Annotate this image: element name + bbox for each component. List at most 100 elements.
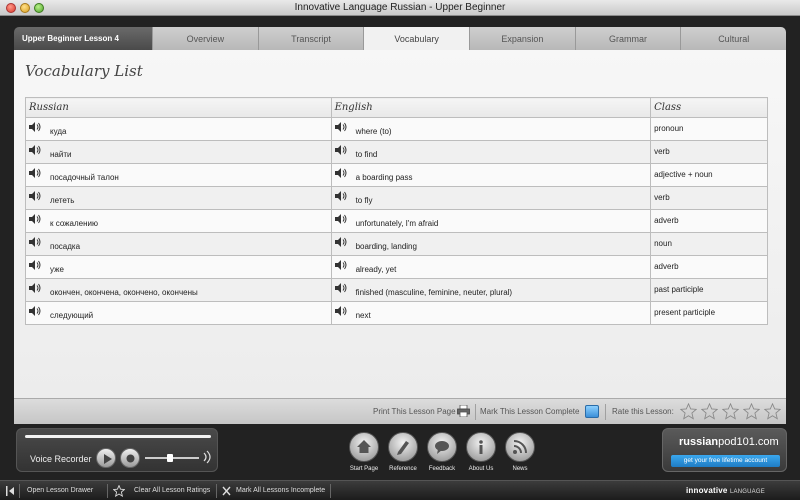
english-cell: boarding, landing [330,232,652,256]
status-divider [19,484,20,498]
english-cell: to find [330,140,652,164]
zoom-window-button[interactable] [34,3,44,13]
tab-overview[interactable]: Overview [152,27,258,50]
class-cell: verb [650,186,768,210]
rating-star-icon[interactable] [764,403,781,420]
tab-cultural[interactable]: Cultural [680,27,787,50]
speaker-icon[interactable] [29,122,41,132]
english-word: already, yet [355,265,397,274]
status-divider [216,484,217,498]
speaker-icon[interactable] [29,260,41,270]
lesson-tab-bar: Upper Beginner Lesson 4 Overview Transcr… [14,27,787,50]
about-us-label: About Us [468,466,494,472]
speech-bubble-icon [435,441,449,454]
column-header-class: Class [650,97,768,118]
column-header-english: English [330,97,652,118]
speaker-icon[interactable] [29,145,41,155]
recorder-play-button[interactable] [96,448,116,468]
speaker-icon[interactable] [29,283,41,293]
speaker-icon[interactable] [334,214,347,224]
mark-incomplete-link[interactable]: Mark All Lessons Incomplete [236,481,325,500]
tab-transcript[interactable]: Transcript [257,27,364,50]
speaker-icon[interactable] [334,191,347,201]
class-cell: present participle [650,301,768,325]
english-word: to fly [355,196,373,205]
tab-expansion[interactable]: Expansion [469,27,575,50]
word-class: verb [654,193,670,202]
rating-star-icon[interactable] [743,403,760,420]
voice-recorder-label: Voice Recorder [30,454,92,464]
feedback-button[interactable]: Feedback [422,432,462,472]
record-icon [126,454,135,463]
speaker-icon[interactable] [334,260,347,270]
speaker-icon[interactable] [334,306,347,316]
about-us-button[interactable]: About Us [461,432,501,472]
speaker-icon[interactable] [334,122,347,132]
russian-cell: посадочный талон [25,163,332,187]
promo-box: russianpod101.com get your free lifetime… [662,428,787,472]
table-row: окончен, окончена, окончено, окончены fin… [25,278,768,302]
table-row: посадочный талон a boarding pass adjective… [25,163,768,187]
table-row: следующий next present participle [25,301,768,325]
clear-ratings-link[interactable]: Clear All Lesson Ratings [134,481,210,500]
russian-cell: следующий [25,301,332,325]
close-window-button[interactable] [6,3,16,13]
speaker-icon[interactable] [29,168,41,178]
status-bar: Open Lesson Drawer Clear All Lesson Rati… [0,480,800,500]
speaker-icon[interactable] [29,191,41,201]
free-account-button[interactable]: get your free lifetime account [671,455,780,467]
speaker-icon[interactable] [334,168,347,178]
rating-star-icon[interactable] [722,403,739,420]
vocabulary-table: Russian English Class куда where (to) pron… [25,97,768,325]
status-divider [107,484,108,498]
start-page-button[interactable]: Start Page [344,432,384,472]
word-class: pronoun [654,124,684,133]
russian-cell: посадка [25,232,332,256]
speaker-icon[interactable] [334,145,347,155]
speaker-icon[interactable] [29,306,41,316]
table-row: найти to find verb [25,140,768,164]
recorder-record-button[interactable] [120,448,140,468]
reference-button[interactable]: Reference [383,432,423,472]
russian-cell: куда [25,117,332,141]
column-header-russian: Russian [25,97,332,118]
printer-icon[interactable] [457,405,470,417]
drawer-icon[interactable] [6,486,15,496]
english-cell: already, yet [330,255,652,279]
minimize-window-button[interactable] [20,3,30,13]
news-button[interactable]: News [500,432,540,472]
table-row: куда where (to) pronoun [25,117,768,141]
lesson-complete-checkbox[interactable] [585,405,599,418]
page-title: Vocabulary List [25,62,143,80]
home-icon [357,440,371,453]
mark-complete-link[interactable]: Mark This Lesson Complete [480,399,579,425]
english-cell: a boarding pass [330,163,652,187]
class-cell: adverb [650,209,768,233]
tab-grammar[interactable]: Grammar [574,27,681,50]
rating-star-icon[interactable] [701,403,718,420]
print-lesson-link[interactable]: Print This Lesson Page [373,399,456,425]
x-mark-icon [222,486,231,496]
volume-icon [203,450,211,464]
russian-word: посадка [50,242,81,251]
russian-word: уже [50,265,64,274]
volume-slider-knob[interactable] [167,454,173,462]
russian-cell: лететь [25,186,332,210]
start-page-label: Start Page [349,466,379,472]
english-cell: where (to) [330,117,652,141]
speaker-icon[interactable] [29,214,41,224]
table-row: лететь to fly verb [25,186,768,210]
table-row: посадка boarding, landing noun [25,232,768,256]
innovative-language-logo: innovative LANGUAGE [686,486,765,495]
open-drawer-link[interactable]: Open Lesson Drawer [27,481,93,500]
rating-star-icon[interactable] [680,403,697,420]
class-cell: adverb [650,255,768,279]
speaker-icon[interactable] [29,237,41,247]
tab-vocabulary[interactable]: Vocabulary [363,27,470,50]
word-class: adjective + noun [654,170,713,179]
class-cell: adjective + noun [650,163,768,187]
speaker-icon[interactable] [334,237,347,247]
pen-icon [397,441,409,455]
recorder-progress-track[interactable] [25,435,211,438]
speaker-icon[interactable] [334,283,347,293]
